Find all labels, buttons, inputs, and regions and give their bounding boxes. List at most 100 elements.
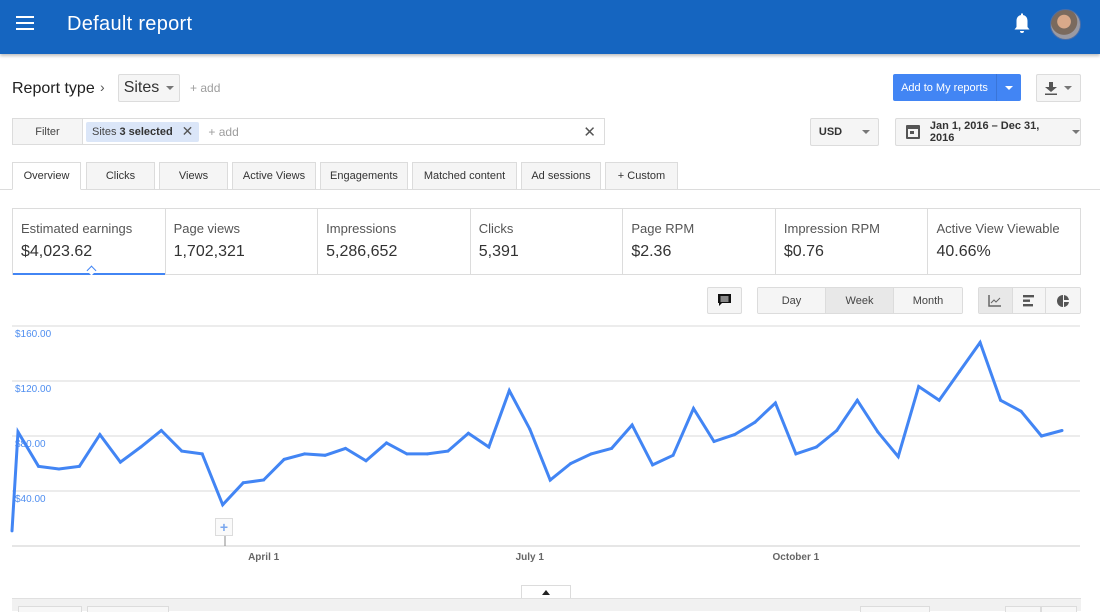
data-point[interactable] [384,441,388,445]
data-point[interactable] [262,478,266,482]
data-point[interactable] [814,445,818,449]
scorecard-clicks[interactable]: Clicks 5,391 [471,209,624,274]
toolbar-button[interactable] [860,606,930,612]
data-point[interactable] [16,430,20,434]
scorecard-estimated-earnings[interactable]: Estimated earnings $4,023.62 [13,209,166,275]
data-point[interactable] [610,446,614,450]
report-type-dropdown[interactable]: Sites [118,74,180,102]
tab-matched-content[interactable]: Matched content [412,162,517,190]
add-annotation-button[interactable]: + [215,518,233,536]
data-point[interactable] [896,455,900,459]
tab-overview[interactable]: Overview [12,162,81,190]
data-point[interactable] [466,431,470,435]
download-button[interactable] [1036,74,1081,102]
data-point[interactable] [507,389,511,393]
tab-views[interactable]: Views [159,162,228,190]
data-point[interactable] [855,398,859,402]
hamburger-menu-icon[interactable] [16,16,34,30]
scorecard-impressions[interactable]: Impressions 5,286,652 [318,209,471,274]
data-point[interactable] [753,420,757,424]
data-point[interactable] [569,462,573,465]
data-point[interactable] [671,453,675,457]
data-point[interactable] [323,453,327,457]
data-point[interactable] [712,440,716,443]
bar-chart-button[interactable] [1012,288,1047,313]
data-point[interactable] [958,369,962,373]
data-point[interactable] [630,423,634,427]
close-icon[interactable]: ✕ [182,123,194,140]
data-point[interactable] [364,459,368,463]
toolbar-button[interactable] [1005,606,1041,612]
data-point[interactable] [917,385,921,388]
data-point[interactable] [118,460,122,464]
data-point[interactable] [978,341,982,344]
data-point[interactable] [794,452,798,456]
clear-filters-icon[interactable]: ✕ [583,123,596,141]
data-point[interactable] [937,398,941,402]
bell-icon[interactable] [1012,13,1032,35]
data-point[interactable] [344,446,348,450]
data-point[interactable] [405,452,409,456]
tab-clicks[interactable]: Clicks [86,162,155,190]
chevron-down-icon [166,86,175,90]
data-point[interactable] [876,430,880,434]
add-dimension-link[interactable]: + add [190,81,220,95]
data-point[interactable] [180,449,184,453]
toolbar-button[interactable] [18,606,82,612]
pie-chart-icon [1057,294,1070,307]
data-point[interactable] [835,429,839,432]
currency-dropdown[interactable]: USD [810,118,879,146]
data-point[interactable] [732,433,736,437]
date-range-picker[interactable]: Jan 1, 2016 – Dec 31, 2016 [895,118,1081,146]
data-point[interactable] [1019,409,1023,413]
data-point[interactable] [528,427,532,431]
data-point[interactable] [77,464,81,468]
scorecard-value: 40.66% [936,243,991,260]
period-week[interactable]: Week [826,288,894,313]
tab-custom[interactable]: + Custom [605,162,678,190]
data-point[interactable] [200,452,204,456]
toolbar-button[interactable] [87,606,169,612]
period-month[interactable]: Month [894,288,962,313]
data-point[interactable] [36,464,40,468]
data-point[interactable] [692,407,696,410]
annotations-button[interactable] [707,287,742,314]
scorecard-active-view-viewable[interactable]: Active View Viewable 40.66% [928,209,1080,274]
tab-engagements[interactable]: Engagements [320,162,408,190]
tab-ad-sessions[interactable]: Ad sessions [521,162,601,190]
data-point[interactable] [10,529,14,533]
user-avatar[interactable] [1050,9,1081,40]
data-point[interactable] [446,449,450,453]
data-point[interactable] [139,445,143,449]
scorecard-page-views[interactable]: Page views 1,702,321 [166,209,319,274]
data-point[interactable] [282,457,286,461]
data-point[interactable] [159,429,163,432]
data-point[interactable] [1040,434,1044,438]
scorecard-page-rpm[interactable]: Page RPM $2.36 [623,209,776,274]
toolbar-button[interactable] [1041,606,1077,612]
data-point[interactable] [487,445,491,449]
data-point[interactable] [303,452,307,456]
line-chart-button[interactable] [979,288,1013,313]
data-point[interactable] [221,503,225,507]
period-day[interactable]: Day [758,288,826,313]
data-point[interactable] [98,433,102,437]
scorecard-value: $2.36 [631,243,672,260]
scorecard-impression-rpm[interactable]: Impression RPM $0.76 [776,209,929,274]
data-point[interactable] [241,481,245,485]
add-to-reports-dropdown[interactable] [997,74,1021,101]
add-to-my-reports-button[interactable]: Add to My reports [893,74,997,101]
filter-chip-sites[interactable]: Sites 3 selected ✕ [86,121,200,142]
pie-chart-button[interactable] [1046,288,1080,313]
data-point[interactable] [1060,429,1064,432]
data-point[interactable] [589,452,593,456]
filter-add-input[interactable]: + add [208,125,583,139]
data-point[interactable] [773,401,777,405]
data-point[interactable] [425,452,429,456]
collapse-panel-toggle[interactable] [521,585,571,599]
tab-active-views[interactable]: Active Views [232,162,316,190]
data-point[interactable] [651,463,655,467]
data-point[interactable] [999,398,1003,402]
data-point[interactable] [548,478,552,482]
data-point[interactable] [57,467,61,471]
